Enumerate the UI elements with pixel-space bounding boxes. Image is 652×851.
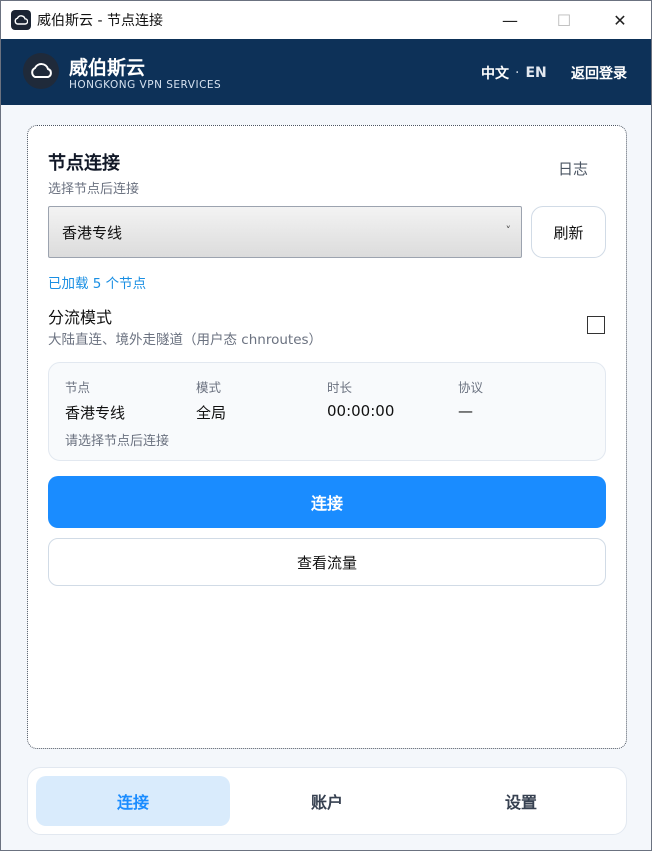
panel-title: 节点连接 [48, 153, 120, 174]
window-title: 威伯斯云 - 节点连接 [37, 13, 163, 29]
status-protocol-label: 协议 [458, 380, 484, 395]
nav-tab-connect[interactable]: 连接 [36, 776, 230, 826]
connection-status-box: 节点 香港专线 模式 全局 时长 00:00:00 协议 — 请选择节点后连接 [48, 362, 606, 461]
cloud-icon [31, 63, 52, 78]
nav-tab-account[interactable]: 账户 [230, 776, 424, 826]
brand-name: 威伯斯云 [69, 57, 146, 79]
node-select-value: 香港专线 [62, 223, 123, 242]
status-protocol-value: — [458, 402, 473, 420]
maximize-button[interactable]: ☐ [541, 1, 587, 39]
view-traffic-button[interactable]: 查看流量 [48, 538, 606, 586]
status-node: 节点 香港专线 [65, 377, 125, 423]
split-mode-title: 分流模式 [48, 308, 113, 327]
brand-logo [23, 53, 59, 89]
lang-en-link[interactable]: EN [525, 65, 546, 81]
lang-separator: · [515, 65, 520, 81]
chevron-down-icon: ˅ [505, 224, 512, 237]
back-to-login-link[interactable]: 返回登录 [571, 63, 627, 83]
status-hint: 请选择节点后连接 [65, 434, 170, 449]
nav-tab-settings[interactable]: 设置 [424, 776, 618, 826]
nodes-loaded-text: 已加载 5 个节点 [48, 276, 147, 292]
node-select[interactable]: 香港专线 ˅ [48, 206, 522, 258]
refresh-button[interactable]: 刷新 [531, 206, 606, 258]
app-header: 威伯斯云 HONGKONG VPN SERVICES 中文 · EN 返回登录 [1, 39, 651, 105]
split-mode-description: 大陆直连、境外走隧道（用户态 chnroutes） [48, 332, 323, 348]
panel-subtitle: 选择节点后连接 [48, 182, 140, 197]
status-mode: 模式 全局 [196, 377, 226, 423]
status-duration: 时长 00:00:00 [327, 377, 394, 420]
status-duration-value: 00:00:00 [327, 402, 395, 420]
brand-subtitle: HONGKONG VPN SERVICES [69, 79, 222, 91]
status-mode-label: 模式 [196, 380, 222, 395]
node-connect-panel: 节点连接 选择节点后连接 日志 香港专线 ˅ 刷新 已加载 5 个节点 分流模式… [27, 125, 627, 749]
bottom-nav: 连接 账户 设置 [27, 767, 627, 835]
status-node-value: 香港专线 [65, 404, 126, 422]
language-switch: 中文 · EN [481, 63, 547, 83]
lang-zh-link[interactable]: 中文 [481, 63, 509, 83]
status-mode-value: 全局 [196, 404, 227, 422]
log-link[interactable]: 日志 [558, 158, 588, 179]
connect-button[interactable]: 连接 [48, 476, 606, 528]
status-protocol: 协议 — [458, 377, 483, 420]
status-duration-label: 时长 [327, 380, 353, 395]
close-button[interactable]: ✕ [597, 1, 643, 39]
status-node-label: 节点 [65, 380, 91, 395]
split-mode-checkbox[interactable] [587, 316, 605, 334]
minimize-button[interactable]: — [487, 1, 533, 39]
app-cloud-icon [11, 10, 31, 30]
window-titlebar: 威伯斯云 - 节点连接 — ☐ ✕ [1, 1, 651, 39]
